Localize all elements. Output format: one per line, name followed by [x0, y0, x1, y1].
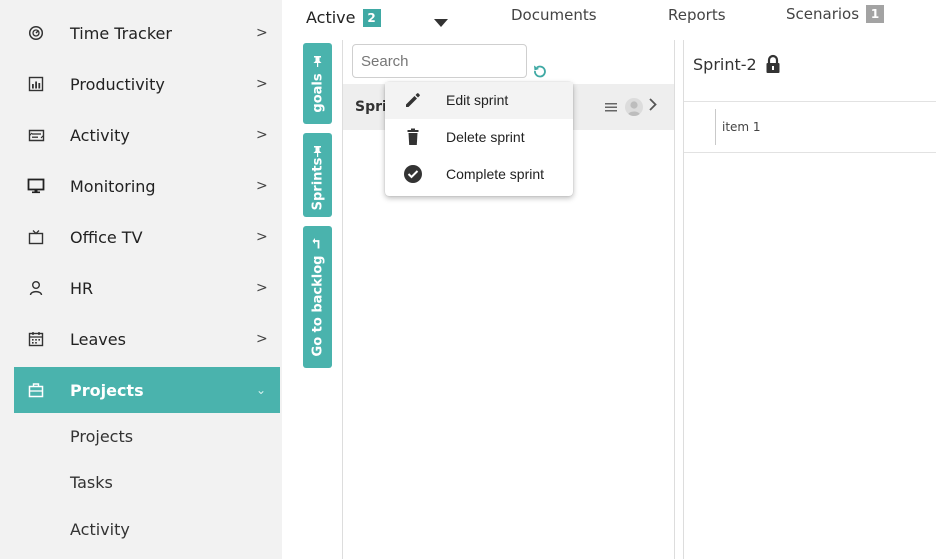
speedometer-icon [27, 24, 45, 42]
sidebar-subitem-activity[interactable]: Activity [70, 520, 130, 539]
sidebar-item-hr[interactable]: HR > [14, 265, 280, 311]
sidebar-item-label: Office TV [70, 227, 143, 247]
sidebar-item-monitoring[interactable]: Monitoring > [14, 163, 280, 209]
sidebar-item-label: Time Tracker [70, 23, 172, 43]
chevron-right-icon: > [256, 331, 268, 347]
sidebar-item-label: Leaves [70, 329, 126, 349]
sprint-title-text: Sprint-2 [693, 54, 757, 74]
tab-goals-label: goals [310, 73, 325, 113]
check-circle-icon [403, 164, 423, 184]
pencil-icon [403, 90, 423, 110]
divider [684, 152, 936, 153]
sidebar-item-label: Productivity [70, 74, 165, 94]
calendar-icon [27, 330, 45, 348]
go-to-backlog-label: Go to backlog [310, 255, 325, 357]
user-icon [27, 279, 45, 297]
lock-icon[interactable] [765, 54, 781, 74]
edit-sprint-menu-item[interactable]: Edit sprint [385, 82, 573, 119]
sidebar-subitem-projects[interactable]: Projects [70, 427, 133, 446]
sprint-detail-panel: Sprint-2 item 1 [683, 40, 936, 559]
trash-icon [403, 127, 423, 147]
tab-scenarios[interactable]: Scenarios 1 [786, 5, 885, 23]
sidebar-item-label: Activity [70, 125, 130, 145]
sidebar-item-leaves[interactable]: Leaves > [14, 316, 280, 362]
delete-sprint-label: Delete sprint [446, 129, 525, 145]
divider [684, 101, 936, 102]
sidebar-item-time-tracker[interactable]: Time Tracker > [14, 10, 280, 56]
tab-documents[interactable]: Documents [511, 6, 597, 24]
sidebar-item-office-tv[interactable]: Office TV > [14, 214, 280, 260]
menu-icon[interactable] [605, 100, 617, 116]
sprint-title: Sprint-2 [693, 54, 781, 74]
go-to-backlog-button[interactable]: Go to backlog [303, 226, 332, 368]
tab-sprints-label: Sprints [310, 157, 325, 211]
active-count-badge: 2 [362, 8, 381, 27]
refresh-icon[interactable] [533, 63, 547, 82]
monitor-icon [27, 177, 45, 195]
top-tabs: Active 2 Documents Reports Scenarios 1 [282, 0, 936, 40]
list-item[interactable]: item 1 [715, 109, 761, 145]
sidebar-item-label: Monitoring [70, 176, 156, 196]
edit-sprint-label: Edit sprint [446, 92, 509, 108]
sidebar: Time Tracker > Productivity > Activity >… [0, 0, 282, 559]
chevron-right-icon: > [256, 178, 268, 194]
complete-sprint-menu-item[interactable]: Complete sprint [385, 156, 573, 193]
sidebar-item-projects[interactable]: Projects ⌄ [14, 367, 280, 413]
tab-active[interactable]: Active 2 [306, 8, 381, 27]
tab-scenarios-label: Scenarios [786, 5, 860, 23]
sidebar-subitem-tasks[interactable]: Tasks [70, 473, 113, 492]
sidebar-item-productivity[interactable]: Productivity > [14, 61, 280, 107]
pin-icon [313, 52, 322, 71]
caret-down-icon[interactable] [434, 12, 448, 31]
bar-chart-icon [27, 75, 45, 93]
search-input[interactable] [352, 44, 527, 78]
complete-sprint-label: Complete sprint [446, 166, 545, 182]
sidebar-item-label: HR [70, 278, 94, 298]
tv-icon [27, 228, 45, 246]
tab-reports[interactable]: Reports [668, 6, 726, 24]
activity-icon [27, 126, 45, 144]
tab-sprints[interactable]: Sprints [303, 133, 332, 217]
scenarios-count-badge: 1 [866, 5, 885, 23]
chevron-right-icon: > [256, 25, 268, 41]
tab-active-label: Active [306, 8, 356, 27]
sidebar-item-label: Projects [70, 380, 144, 400]
sidebar-item-activity[interactable]: Activity > [14, 112, 280, 158]
sprint-context-menu: Edit sprint Delete sprint Complete sprin… [385, 82, 573, 196]
delete-sprint-menu-item[interactable]: Delete sprint [385, 119, 573, 156]
avatar [625, 98, 643, 116]
return-arrow-icon [312, 234, 323, 253]
chevron-down-icon: ⌄ [256, 383, 267, 397]
chevron-right-icon: > [256, 76, 268, 92]
sprint-row-name: Spri [355, 99, 387, 115]
briefcase-icon [27, 381, 45, 399]
chevron-right-icon[interactable] [649, 96, 657, 115]
tab-goals[interactable]: goals [303, 43, 332, 124]
chevron-right-icon: > [256, 229, 268, 245]
chevron-right-icon: > [256, 280, 268, 296]
chevron-right-icon: > [256, 127, 268, 143]
